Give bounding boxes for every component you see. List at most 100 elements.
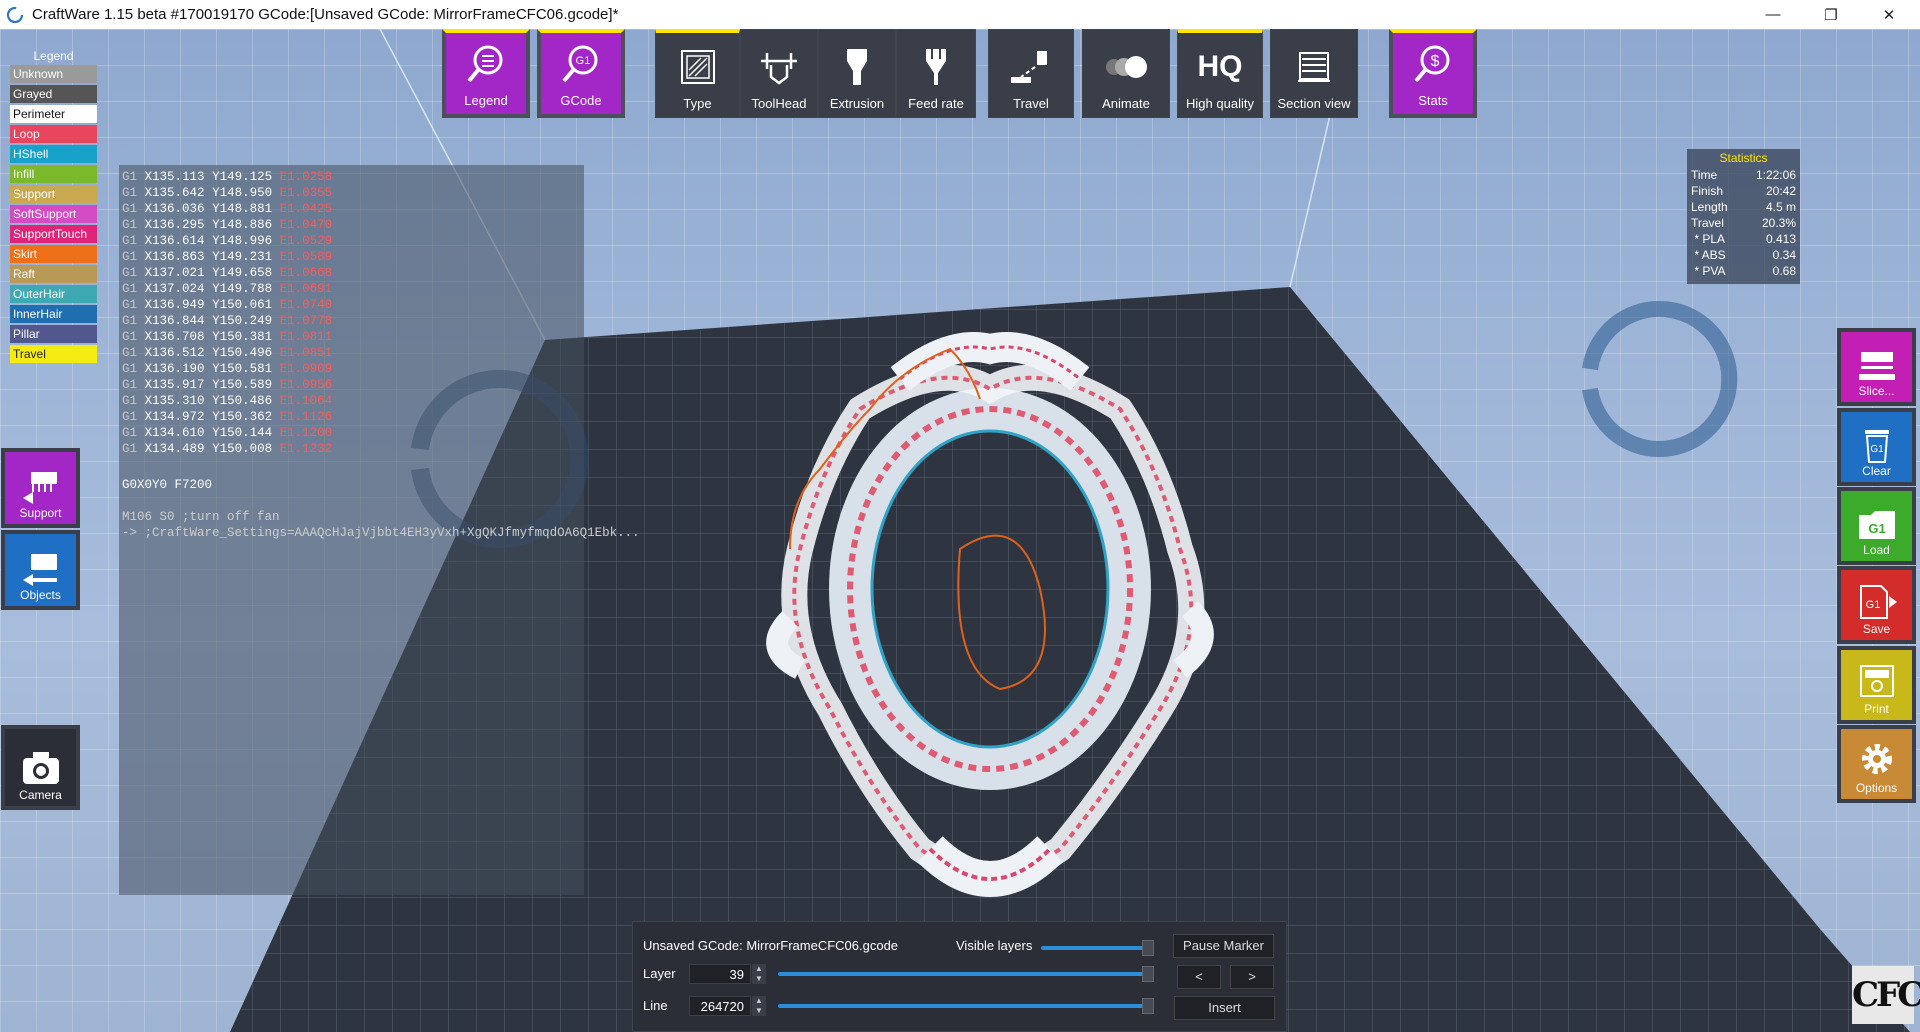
svg-text:G1: G1 bbox=[576, 55, 591, 67]
close-button[interactable]: ✕ bbox=[1860, 0, 1918, 29]
slice-button[interactable]: Slice... bbox=[1837, 328, 1916, 406]
line-slider-handle[interactable] bbox=[1142, 998, 1154, 1014]
gcode-token-x: X136.512 bbox=[144, 346, 205, 360]
layer-number-input[interactable]: 39 bbox=[689, 964, 751, 984]
gcode-line: G1 X135.642 Y148.950 E1.0355 bbox=[122, 185, 581, 201]
gcode-line: G1 X136.512 Y150.496 E1.0851 bbox=[122, 345, 581, 361]
maximize-button[interactable]: ❐ bbox=[1802, 0, 1860, 29]
line-spinner[interactable]: ▲ ▼ bbox=[752, 996, 766, 1016]
visible-layers-slider[interactable] bbox=[1041, 946, 1145, 950]
legend-item: Support bbox=[10, 185, 97, 203]
gcode-token-y: Y149.125 bbox=[212, 170, 273, 184]
gcode-token-x: X136.949 bbox=[144, 298, 205, 312]
legend-title: Legend bbox=[33, 49, 74, 63]
print-button[interactable]: Print bbox=[1837, 646, 1916, 724]
stat-key: Length bbox=[1691, 200, 1728, 214]
layer-slider-handle[interactable] bbox=[1142, 966, 1154, 982]
gcode-token-g: G1 bbox=[122, 170, 138, 184]
line-number-input[interactable]: 264720 bbox=[689, 996, 751, 1016]
gcode-token-x: X134.610 bbox=[144, 426, 205, 440]
gcode-token-y: Y150.486 bbox=[212, 394, 273, 408]
gcode-line: G1 X134.610 Y150.144 E1.1200 bbox=[122, 425, 581, 441]
animate-button[interactable]: Animate bbox=[1082, 29, 1170, 118]
legend-item: SoftSupport bbox=[10, 205, 97, 223]
minimize-button[interactable]: — bbox=[1744, 0, 1802, 29]
svg-text:$: $ bbox=[1431, 53, 1440, 70]
gcode-line: G1 X135.917 Y150.589 E1.0956 bbox=[122, 377, 581, 393]
legend-item: Grayed bbox=[10, 85, 97, 103]
gcode-line: G1 X137.021 Y149.658 E1.0668 bbox=[122, 265, 581, 281]
stat-value: 0.34 bbox=[1772, 248, 1796, 262]
clear-button[interactable]: G1 Clear bbox=[1837, 408, 1916, 486]
gcode-line: G1 X136.614 Y148.996 E1.0529 bbox=[122, 233, 581, 249]
objects-button[interactable]: Objects bbox=[1, 530, 80, 610]
options-button-label: Options bbox=[1855, 781, 1898, 795]
gcode-token-g: G1 bbox=[122, 378, 138, 392]
line-slider[interactable] bbox=[778, 1004, 1145, 1008]
gcode-token-g: G1 bbox=[122, 362, 138, 376]
gcode-token-e: E1.0691 bbox=[279, 282, 333, 296]
section-view-button[interactable]: Section view bbox=[1270, 29, 1358, 118]
gcode-line: G1 X136.863 Y149.231 E1.0589 bbox=[122, 249, 581, 265]
gcode-token-g: G1 bbox=[122, 218, 138, 232]
layer-slider[interactable] bbox=[778, 972, 1145, 976]
gear-icon bbox=[1861, 744, 1892, 774]
load-button[interactable]: G1 Load bbox=[1837, 487, 1916, 565]
statistics-title: Statistics bbox=[1719, 151, 1768, 165]
toolhead-icon bbox=[754, 42, 804, 92]
stat-row: * PVA 0.68 bbox=[1691, 263, 1796, 279]
stat-value: 20:42 bbox=[1765, 184, 1796, 198]
extrusion-button[interactable]: Extrusion bbox=[818, 29, 896, 118]
legend-item: Raft bbox=[10, 265, 97, 283]
layer-spinner[interactable]: ▲ ▼ bbox=[752, 964, 766, 984]
slice-button-label: Slice... bbox=[1858, 384, 1895, 398]
gcode-token-e: E1.0529 bbox=[279, 234, 333, 248]
section-view-button-label: Section view bbox=[1277, 96, 1351, 111]
support-icon bbox=[22, 472, 57, 504]
save-button[interactable]: G1 Save bbox=[1837, 566, 1916, 644]
stat-key: Finish bbox=[1691, 184, 1724, 198]
stats-button[interactable]: $ Stats bbox=[1389, 29, 1477, 118]
stat-key: * PLA bbox=[1691, 232, 1726, 246]
watermark-logo-right bbox=[1582, 301, 1738, 457]
gcode-line: G1 X136.295 Y148.886 E1.0470 bbox=[122, 217, 581, 233]
animate-button-label: Animate bbox=[1102, 96, 1150, 111]
gcode-token-e: E1.0909 bbox=[279, 362, 333, 376]
support-button[interactable]: Support bbox=[1, 448, 80, 528]
gcode-line: G1 X136.036 Y148.881 E1.0425 bbox=[122, 201, 581, 217]
stat-row: Finish 20:42 bbox=[1691, 183, 1796, 199]
gcode-panel[interactable]: G1 X135.113 Y149.125 E1.0258 G1 X135.642 … bbox=[119, 165, 640, 895]
visible-layers-slider-handle[interactable] bbox=[1142, 940, 1154, 956]
previous-button[interactable]: < bbox=[1177, 965, 1221, 989]
gcode-token-e: E1.0355 bbox=[279, 186, 333, 200]
stat-key: Time bbox=[1691, 168, 1718, 182]
camera-button[interactable]: Camera bbox=[1, 725, 80, 810]
gcode-button[interactable]: G1 GCode bbox=[537, 29, 625, 118]
type-button[interactable]: Type bbox=[655, 29, 740, 118]
gcode-token-x: X135.642 bbox=[144, 186, 205, 200]
toolhead-button[interactable]: ToolHead bbox=[740, 29, 818, 118]
options-button[interactable]: Options bbox=[1837, 725, 1916, 803]
gcode-m106-line: M106 S0 ;turn off fan bbox=[122, 510, 280, 524]
travel-button[interactable]: Travel bbox=[988, 29, 1074, 118]
insert-button[interactable]: Insert bbox=[1174, 996, 1275, 1020]
legend-panel: Legend Unknown Grayed Perimeter Loop HShell I… bbox=[10, 49, 97, 365]
pause-marker-button[interactable]: Pause Marker bbox=[1173, 934, 1274, 958]
slice-icon bbox=[1858, 352, 1895, 380]
gcode-token-g: G1 bbox=[122, 298, 138, 312]
gcode-line: G1 X135.310 Y150.486 E1.1064 bbox=[122, 393, 581, 409]
next-button[interactable]: > bbox=[1230, 965, 1274, 989]
load-icon: G1 bbox=[1858, 511, 1895, 539]
svg-text:G1: G1 bbox=[1870, 444, 1884, 455]
gcode-token-y: Y150.589 bbox=[212, 378, 273, 392]
legend-button[interactable]: Legend bbox=[442, 29, 530, 118]
extrusion-nozzle-icon bbox=[832, 42, 882, 92]
stat-row: * ABS 0.34 bbox=[1691, 247, 1796, 263]
save-button-label: Save bbox=[1862, 622, 1891, 636]
gcode-line: G1 X134.489 Y150.008 E1.1232 bbox=[122, 441, 581, 457]
legend-item: Loop bbox=[10, 125, 97, 143]
high-quality-button[interactable]: HQ High quality bbox=[1177, 29, 1263, 118]
legend-item: SupportTouch bbox=[10, 225, 97, 243]
feed-rate-button[interactable]: Feed rate bbox=[896, 29, 976, 118]
line-label: Line bbox=[643, 998, 668, 1013]
